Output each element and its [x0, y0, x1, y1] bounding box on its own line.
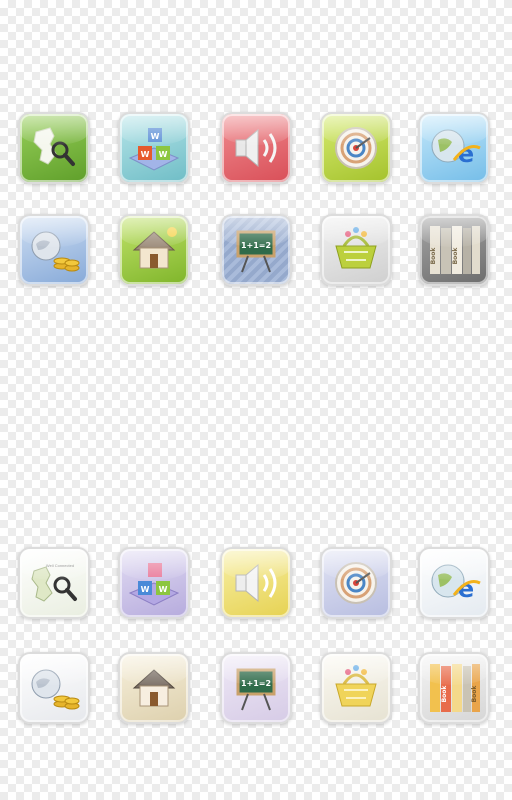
www-blocks-app-icon[interactable]: W W W	[118, 112, 190, 184]
book-spine-label: Book	[471, 685, 478, 703]
icon-row-4: 1+1=2 Book Book	[0, 652, 512, 742]
icon-row-2: 1+1=2 Book Book	[0, 214, 512, 304]
map-magnifier-icon: Well Connected	[31, 563, 77, 602]
basket-icon	[335, 227, 377, 269]
block-letter: W	[151, 132, 160, 141]
bullseye-icon	[335, 127, 377, 169]
shopping-basket-app-icon[interactable]	[320, 214, 392, 286]
chalkboard-icon: 1+1=2	[236, 230, 276, 273]
target-app-icon-light[interactable]	[320, 547, 392, 619]
bookshelf-icon: Book Book	[430, 664, 480, 712]
global-money-app-icon[interactable]	[18, 214, 90, 286]
speaker-volume-icon	[235, 563, 277, 603]
globe-coins-icon	[31, 669, 80, 710]
chalkboard-app-icon[interactable]: 1+1=2	[220, 214, 292, 286]
globe-browser-icon: e	[431, 564, 481, 603]
internet-explorer-app-icon[interactable]: e	[418, 112, 490, 184]
house-icon	[132, 669, 176, 707]
speaker-volume-icon	[235, 128, 277, 168]
home-app-icon[interactable]	[118, 214, 190, 286]
icon-row-1: W W W e	[0, 112, 512, 202]
block-letter: W	[159, 150, 168, 159]
map-search-app-icon[interactable]	[18, 112, 90, 184]
letter-blocks-icon: W W	[128, 563, 180, 606]
books-app-icon-light[interactable]: Book Book	[418, 652, 490, 724]
books-app-icon[interactable]: Book Book	[418, 214, 490, 286]
book-spine-label: Book	[452, 247, 459, 265]
chalkboard-icon: 1+1=2	[236, 668, 276, 711]
speaker-app-icon[interactable]	[220, 112, 292, 184]
globe-browser-icon: e	[431, 129, 481, 168]
internet-explorer-app-icon-light[interactable]: e	[418, 547, 490, 619]
book-spine-label: Book	[441, 685, 448, 703]
basket-icon	[335, 665, 377, 707]
block-letter: W	[141, 150, 150, 159]
bookshelf-icon: Book Book	[430, 226, 480, 274]
home-app-icon-light[interactable]	[118, 652, 190, 724]
block-letter: W	[141, 585, 150, 594]
chalkboard-equation: 1+1=2	[241, 241, 271, 250]
target-app-icon[interactable]	[320, 112, 392, 184]
speaker-app-icon-light[interactable]	[220, 547, 292, 619]
icon-row-3: Well Connected W W e	[0, 547, 512, 637]
bullseye-icon	[335, 562, 377, 604]
house-icon	[132, 227, 177, 269]
map-card-caption: Well Connected	[46, 563, 74, 568]
map-magnifier-icon	[33, 127, 75, 166]
www-blocks-app-icon-light[interactable]: W W	[118, 547, 190, 619]
chalkboard-equation: 1+1=2	[241, 679, 271, 688]
globe-coins-icon	[31, 231, 80, 272]
chalkboard-app-icon-light[interactable]: 1+1=2	[220, 652, 292, 724]
book-spine-label: Book	[430, 247, 437, 265]
global-money-app-icon-light[interactable]	[18, 652, 90, 724]
block-letter: W	[159, 585, 168, 594]
letter-blocks-icon: W W W	[128, 128, 180, 171]
shopping-basket-app-icon-light[interactable]	[320, 652, 392, 724]
map-search-app-icon-light[interactable]: Well Connected	[18, 547, 90, 619]
